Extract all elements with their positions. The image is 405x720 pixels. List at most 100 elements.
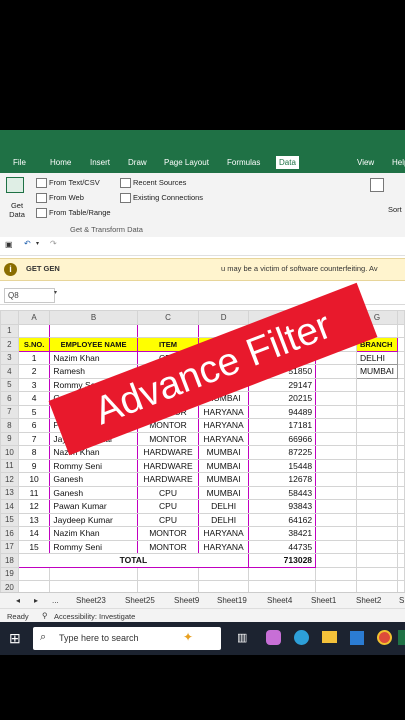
cell[interactable] bbox=[198, 566, 249, 581]
scroll-right-icon[interactable]: ▸ bbox=[34, 596, 38, 605]
criteria-cell[interactable] bbox=[355, 431, 399, 446]
cell-sno[interactable]: 15 bbox=[17, 539, 51, 554]
cell-amount[interactable]: 15448 bbox=[247, 458, 317, 473]
cell[interactable] bbox=[397, 391, 405, 406]
cell[interactable] bbox=[397, 539, 405, 554]
criteria-cell[interactable] bbox=[355, 404, 399, 419]
cell-item[interactable]: CPU bbox=[136, 485, 200, 500]
row-header[interactable]: 11 bbox=[0, 458, 19, 473]
cell-sno[interactable]: 12 bbox=[17, 499, 51, 514]
cell[interactable] bbox=[315, 404, 357, 419]
cell[interactable] bbox=[315, 445, 357, 460]
cell[interactable] bbox=[315, 499, 357, 514]
criteria-cell[interactable] bbox=[355, 458, 399, 473]
sheet-tab-sheet25[interactable]: Sheet25 bbox=[125, 596, 155, 605]
cell-sno[interactable]: 10 bbox=[17, 472, 51, 487]
criteria-cell[interactable] bbox=[355, 485, 399, 500]
cell-employee-name[interactable]: Rommy Seni bbox=[49, 539, 138, 554]
windows-start-icon[interactable]: ⊞ bbox=[9, 630, 21, 647]
taskbar-search-box[interactable]: ⌕ Type here to search ✦ bbox=[33, 627, 221, 650]
cell[interactable] bbox=[397, 364, 405, 379]
cell-branch[interactable]: MUMBAI bbox=[198, 485, 249, 500]
tab-file[interactable]: File bbox=[13, 158, 26, 167]
task-view-icon[interactable]: ▥ bbox=[237, 631, 247, 644]
criteria-cell[interactable] bbox=[355, 445, 399, 460]
cell[interactable] bbox=[397, 526, 405, 541]
chrome-icon[interactable] bbox=[377, 630, 392, 645]
cell-employee-name[interactable]: Rommy Seni bbox=[49, 458, 138, 473]
cell-branch[interactable]: HARYANA bbox=[198, 526, 249, 541]
row-header[interactable]: 8 bbox=[0, 418, 19, 433]
cell-branch[interactable]: HARYANA bbox=[198, 418, 249, 433]
column-header-a[interactable]: A bbox=[17, 310, 51, 325]
tab-view[interactable]: View bbox=[357, 158, 374, 167]
cell[interactable] bbox=[397, 485, 405, 500]
cell-branch[interactable]: HARYANA bbox=[198, 539, 249, 554]
store-icon[interactable] bbox=[350, 631, 364, 645]
cell[interactable] bbox=[247, 566, 317, 581]
cell[interactable] bbox=[397, 445, 405, 460]
cell[interactable] bbox=[397, 512, 405, 527]
cell-employee-name[interactable]: Ganesh bbox=[49, 472, 138, 487]
sheet-tab-sheet19[interactable]: Sheet19 bbox=[217, 596, 247, 605]
row-header[interactable]: 7 bbox=[0, 404, 19, 419]
select-all-corner[interactable] bbox=[0, 310, 19, 325]
cell-item[interactable]: MONTOR bbox=[136, 431, 200, 446]
row-header[interactable]: 4 bbox=[0, 364, 19, 379]
get-data-button[interactable]: Get Data bbox=[5, 201, 29, 219]
cell-sno[interactable]: 11 bbox=[17, 485, 51, 500]
cell-amount[interactable]: 94489 bbox=[247, 404, 317, 419]
from-table-button[interactable]: From Table/Range bbox=[36, 208, 111, 219]
cell[interactable] bbox=[315, 485, 357, 500]
cell-item[interactable]: MONTOR bbox=[136, 539, 200, 554]
sheet-tab-sheet2[interactable]: Sheet2 bbox=[356, 596, 381, 605]
cell[interactable] bbox=[315, 364, 357, 379]
cell-employee-name[interactable]: Nazim Khan bbox=[49, 350, 138, 365]
cell[interactable] bbox=[397, 350, 405, 365]
row-header[interactable]: 1 bbox=[0, 323, 19, 338]
cell[interactable] bbox=[397, 472, 405, 487]
cell-amount[interactable]: 93843 bbox=[247, 499, 317, 514]
sheet-tab-sheet4[interactable]: Sheet4 bbox=[267, 596, 292, 605]
file-explorer-icon[interactable] bbox=[322, 631, 337, 643]
column-header-c[interactable]: C bbox=[136, 310, 200, 325]
cell[interactable] bbox=[397, 404, 405, 419]
edge-icon[interactable] bbox=[294, 630, 309, 645]
cell[interactable] bbox=[397, 337, 405, 352]
cell-sno[interactable]: 6 bbox=[17, 418, 51, 433]
cell-item[interactable]: CPU bbox=[136, 512, 200, 527]
cell-employee-name[interactable]: Pawan Kumar bbox=[49, 499, 138, 514]
cell-employee-name[interactable]: Nazim Khan bbox=[49, 526, 138, 541]
undo-dropdown-icon[interactable]: ▾ bbox=[36, 240, 39, 247]
row-header[interactable]: 12 bbox=[0, 472, 19, 487]
row-header[interactable]: 18 bbox=[0, 553, 19, 568]
row-header[interactable]: 16 bbox=[0, 526, 19, 541]
cell-amount[interactable]: 58443 bbox=[247, 485, 317, 500]
header-sno[interactable]: S.NO. bbox=[17, 337, 51, 352]
cell[interactable] bbox=[315, 539, 357, 554]
cell-sno[interactable]: 8 bbox=[17, 445, 51, 460]
cell[interactable] bbox=[315, 391, 357, 406]
total-value[interactable]: 713028 bbox=[247, 553, 317, 568]
row-header[interactable]: 13 bbox=[0, 485, 19, 500]
more-sheets-button[interactable]: ... bbox=[52, 596, 59, 605]
cell-sno[interactable]: 2 bbox=[17, 364, 51, 379]
cell-amount[interactable]: 87225 bbox=[247, 445, 317, 460]
cell[interactable] bbox=[315, 553, 357, 568]
cell[interactable] bbox=[136, 323, 200, 338]
criteria-cell[interactable] bbox=[355, 539, 399, 554]
cell-amount[interactable]: 44735 bbox=[247, 539, 317, 554]
cell[interactable] bbox=[315, 566, 357, 581]
cell[interactable] bbox=[49, 323, 138, 338]
cell-sno[interactable]: 1 bbox=[17, 350, 51, 365]
tab-help[interactable]: Help bbox=[392, 158, 405, 167]
cell-branch[interactable]: MUMBAI bbox=[198, 458, 249, 473]
criteria-cell[interactable]: DELHI bbox=[355, 350, 399, 365]
sort-button[interactable]: Sort bbox=[388, 205, 402, 214]
existing-connections-button[interactable]: Existing Connections bbox=[120, 193, 203, 204]
from-text-button[interactable]: From Text/CSV bbox=[36, 178, 100, 189]
cell[interactable] bbox=[397, 553, 405, 568]
total-label[interactable]: TOTAL bbox=[17, 553, 249, 568]
criteria-cell[interactable] bbox=[355, 526, 399, 541]
tab-formulas[interactable]: Formulas bbox=[227, 158, 260, 167]
